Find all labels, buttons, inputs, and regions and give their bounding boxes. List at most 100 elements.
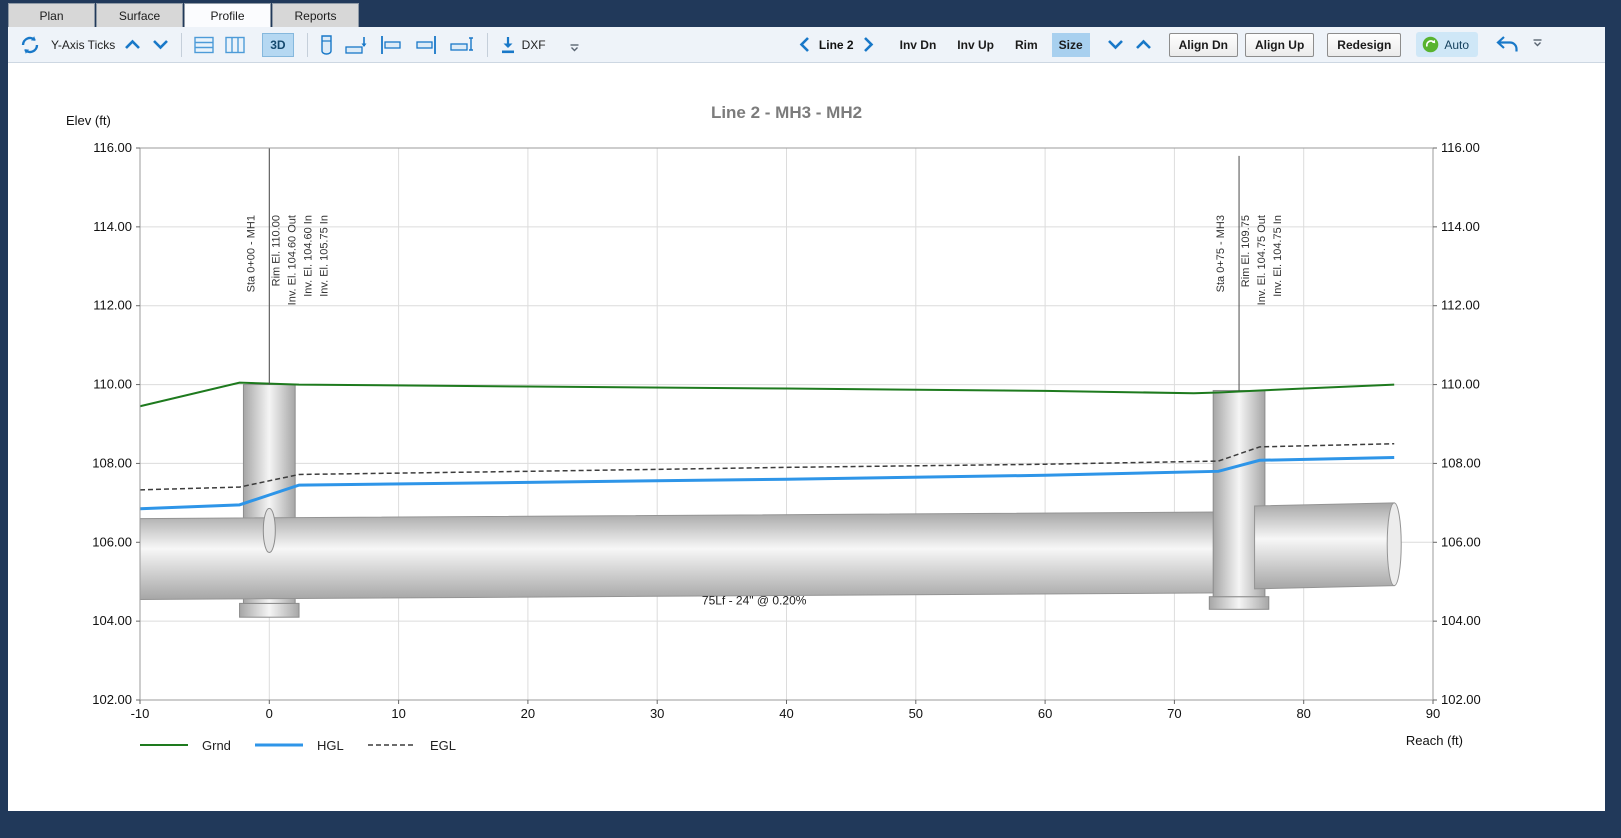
y-tick-label-left: 116.00 <box>93 140 132 155</box>
pipe-extend-icon <box>449 36 473 51</box>
tab-surface[interactable]: Surface <box>96 3 183 27</box>
pipe-align-downstream-button[interactable] <box>377 32 405 58</box>
y-tick-label-right: 110.00 <box>1441 377 1480 392</box>
toggle-inv-dn[interactable]: Inv Dn <box>893 33 944 57</box>
structure-label: Inv. El. 104.75 In <box>1272 215 1284 297</box>
manhole-base <box>1208 596 1270 610</box>
view-tabbar: Plan Surface Profile Reports <box>0 0 1621 27</box>
pipe-align-downstream-icon <box>380 35 401 54</box>
toolbar-overflow-button[interactable] <box>569 40 580 58</box>
tab-reports[interactable]: Reports <box>272 3 359 27</box>
y-tick-label-left: 112.00 <box>93 298 132 313</box>
structure-label: Inv. El. 104.60 In <box>302 215 314 297</box>
chevron-left-icon <box>799 37 809 52</box>
grid-rows-icon <box>194 36 214 53</box>
y-tick-label-right: 112.00 <box>1441 298 1480 313</box>
toolbar: Y-Axis Ticks 3D DXF Line 2 Inv Dn Inv Up… <box>8 27 1605 63</box>
pipe-network <box>139 384 1402 618</box>
pipe-align-upstream-icon <box>415 35 436 54</box>
x-tick-label: 50 <box>909 706 923 721</box>
manhole-icon <box>320 34 332 55</box>
3d-view-button[interactable]: 3D <box>262 32 294 57</box>
dxf-label: DXF <box>521 37 546 52</box>
legend: Grnd HGL EGL <box>140 738 456 753</box>
pipe-invert-drop-button[interactable] <box>342 32 370 58</box>
y-tick-label-right: 114.00 <box>1441 219 1480 234</box>
x-tick-label: -10 <box>131 706 150 721</box>
toolbar-overflow-button[interactable] <box>1532 35 1543 53</box>
horizontal-gridlines-button[interactable] <box>192 34 216 56</box>
x-tick-label: 20 <box>521 706 535 721</box>
size-increase-button[interactable] <box>1133 37 1154 52</box>
y-axis-ticks-decrease-button[interactable] <box>150 37 171 52</box>
prev-line-button[interactable] <box>797 34 812 55</box>
app-window: { "window": { "frame_color": "#21395a" }… <box>0 0 1621 838</box>
chevron-right-icon <box>863 37 873 52</box>
redesign-button[interactable]: Redesign <box>1327 32 1402 57</box>
profile-series <box>139 381 1395 511</box>
vertical-gridlines-button[interactable] <box>223 34 247 56</box>
align-up-button[interactable]: Align Up <box>1244 32 1315 57</box>
size-decrease-button[interactable] <box>1105 37 1126 52</box>
pipe-align-upstream-button[interactable] <box>412 32 440 58</box>
structure-label: Rim El. 110.00 <box>270 215 282 286</box>
x-tick-label: 0 <box>266 706 273 721</box>
refresh-button[interactable] <box>16 31 44 59</box>
y-tick-label-left: 110.00 <box>93 377 132 392</box>
profile-chart-area: Sta 0+00 - MH1 Rim El. 110.00 Inv. El. 104… <box>8 63 1605 811</box>
toggle-size[interactable]: Size <box>1051 32 1090 57</box>
pipe-extend-button[interactable] <box>447 32 477 58</box>
structure-label: Rim El. 109.75 <box>1240 215 1252 287</box>
grid-columns-icon <box>225 36 245 53</box>
y-tick-label-right: 104.00 <box>1441 613 1481 628</box>
tab-plan[interactable]: Plan <box>8 3 95 27</box>
structure-label: Sta 0+75 - MH3 <box>1215 215 1227 292</box>
auto-label: Auto <box>1444 37 1469 52</box>
chart-title: Line 2 - MH3 - MH2 <box>711 103 862 122</box>
structure-label: Inv. El. 104.60 Out <box>286 215 298 305</box>
line-selector-label: Line 2 <box>818 37 854 52</box>
y-tick-label-right: 106.00 <box>1441 534 1481 549</box>
chevron-down-icon <box>153 40 169 50</box>
y-axis-title: Elev (ft) <box>66 113 111 128</box>
chevron-up-icon <box>1135 39 1151 49</box>
y-tick-label-right: 108.00 <box>1441 455 1481 470</box>
toolbar-separator <box>486 32 488 57</box>
dxf-export-button[interactable]: DXF <box>498 33 548 57</box>
align-dn-button[interactable]: Align Dn <box>1168 32 1238 57</box>
overflow-icon <box>570 44 579 52</box>
series-line-HGL <box>139 456 1395 511</box>
undo-button[interactable] <box>1493 33 1521 56</box>
chevron-up-icon <box>125 39 141 49</box>
y-tick-label-left: 104.00 <box>92 613 132 628</box>
overflow-icon <box>1533 39 1542 47</box>
structure-label: Inv. El. 105.75 In <box>318 215 330 297</box>
y-axis-ticks-label: Y-Axis Ticks <box>51 37 116 52</box>
toggle-inv-up[interactable]: Inv Up <box>950 33 1001 57</box>
auto-status-icon <box>1423 36 1439 53</box>
manhole-display-button[interactable] <box>318 32 335 58</box>
tab-profile[interactable]: Profile <box>184 3 271 27</box>
legend-label: HGL <box>317 738 344 753</box>
manhole-base <box>239 602 300 618</box>
legend-label: EGL <box>430 738 456 753</box>
toolbar-separator <box>306 32 308 57</box>
pipe-size-label: 75Lf - 24" @ 0.20% <box>702 594 807 608</box>
toggle-rim[interactable]: Rim <box>1008 33 1045 57</box>
y-tick-label-right: 116.00 <box>1441 140 1480 155</box>
x-axis-title: Reach (ft) <box>1406 733 1463 748</box>
pipe <box>1254 502 1395 590</box>
refresh-icon <box>21 35 39 54</box>
structure-annotations: Sta 0+00 - MH1 Rim El. 110.00 Inv. El. 104… <box>245 148 1284 391</box>
next-line-button[interactable] <box>861 34 876 55</box>
toolbar-separator <box>181 32 183 57</box>
structure-label: Inv. El. 104.75 Out <box>1256 215 1268 305</box>
auto-mode-chip[interactable]: Auto <box>1416 32 1478 57</box>
legend-label: Grnd <box>202 738 231 753</box>
x-tick-label: 70 <box>1167 706 1181 721</box>
y-tick-label-right: 102.00 <box>1441 692 1481 707</box>
y-axis-ticks-increase-button[interactable] <box>122 37 143 52</box>
profile-chart[interactable]: Sta 0+00 - MH1 Rim El. 110.00 Inv. El. 104… <box>8 63 1605 811</box>
x-tick-label: 30 <box>650 706 664 721</box>
structure-label: Sta 0+00 - MH1 <box>245 215 257 292</box>
